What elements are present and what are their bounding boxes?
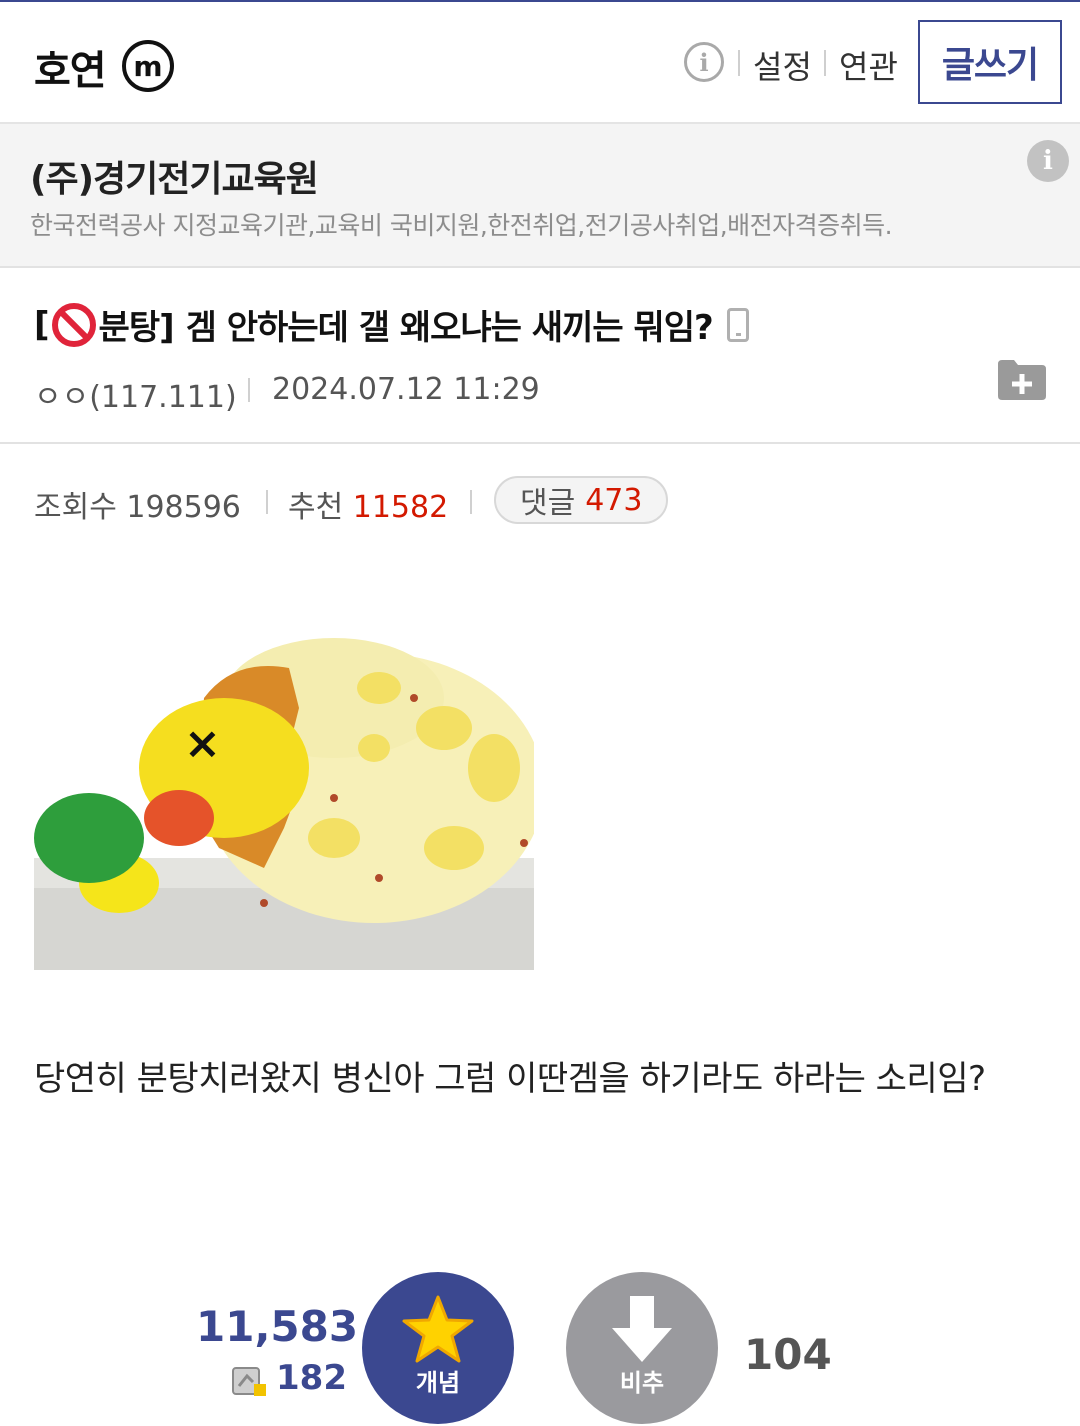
svg-text:×: × xyxy=(184,718,221,769)
downvote-button[interactable]: 비추 xyxy=(566,1272,718,1424)
ad-title[interactable]: (주)경기전기교육원 xyxy=(30,150,319,202)
post-body: 당연히 분탕치러왔지 병신아 그럼 이딴겜을 하기라도 하라는 소리임? xyxy=(34,1059,986,1099)
star-icon xyxy=(402,1295,474,1363)
prohibited-icon xyxy=(51,302,97,348)
gallery-info-icon[interactable]: i xyxy=(684,42,724,82)
minor-gallery-icon: m xyxy=(122,40,174,92)
recommend-label: 추천 xyxy=(288,490,344,525)
views-stat: 조회수 198596 xyxy=(34,482,241,526)
post-title: [ 분탕] 겜 안하는데 갤 왜오냐는 새끼는 뭐임? xyxy=(34,300,749,349)
post-stats: 조회수 198596 추천 11582 댓글 473 xyxy=(0,474,1080,530)
upvote-button[interactable]: 개념 xyxy=(362,1272,514,1424)
post-header: [ 분탕] 겜 안하는데 갤 왜오냐는 새끼는 뭐임? ㅇㅇ(117.111) … xyxy=(0,268,1080,444)
downvote-count: 104 xyxy=(744,1330,832,1379)
settings-link[interactable]: 설정 xyxy=(753,42,812,88)
downvote-label: 비추 xyxy=(619,1369,665,1397)
gallery-name[interactable]: 호연 xyxy=(34,38,107,96)
related-link[interactable]: 연관 xyxy=(839,42,898,88)
upvote-count: 11,583 xyxy=(196,1302,359,1351)
comments-label: 댓글 xyxy=(520,486,576,521)
title-prefix: 분탕] xyxy=(98,308,175,348)
ad-description[interactable]: 한국전력공사 지정교육기관,교육비 국비지원,한전취업,전기공사취업,배전자격증… xyxy=(30,206,893,242)
gallery-header: 호연 m i 설정 연관 글쓰기 xyxy=(0,2,1080,124)
recommend-stat: 추천 11582 xyxy=(288,482,448,526)
header-divider xyxy=(824,50,826,76)
title-bracket-open: [ xyxy=(34,304,50,345)
post-author[interactable]: ㅇㅇ(117.111) xyxy=(34,372,237,416)
title-text: 겜 안하는데 갤 왜오냐는 새끼는 뭐임? xyxy=(185,308,714,348)
dead-creature-illustration: × xyxy=(34,638,534,970)
comments-button[interactable]: 댓글 473 xyxy=(494,476,669,524)
meta-divider xyxy=(248,378,250,402)
fixed-user-icon xyxy=(232,1367,266,1396)
comments-count: 473 xyxy=(585,482,643,518)
ad-banner[interactable]: (주)경기전기교육원 한국전력공사 지정교육기관,교육비 국비지원,한전취업,전… xyxy=(0,124,1080,268)
post-image[interactable]: × xyxy=(34,548,534,970)
fixed-user-count: 182 xyxy=(276,1358,347,1398)
down-arrow-icon xyxy=(612,1296,672,1362)
views-count: 198596 xyxy=(126,490,241,525)
write-button[interactable]: 글쓰기 xyxy=(918,20,1062,104)
upvote-label: 개념 xyxy=(415,1369,461,1397)
views-label: 조회수 xyxy=(34,490,117,525)
mobile-icon xyxy=(726,307,749,342)
post-date: 2024.07.12 11:29 xyxy=(272,372,540,407)
stats-divider xyxy=(470,490,472,514)
ad-info-icon[interactable]: i xyxy=(1027,140,1069,182)
header-divider xyxy=(738,50,740,76)
folder-add-icon[interactable] xyxy=(998,358,1046,400)
recommend-count: 11582 xyxy=(352,490,449,525)
stats-divider xyxy=(266,490,268,514)
